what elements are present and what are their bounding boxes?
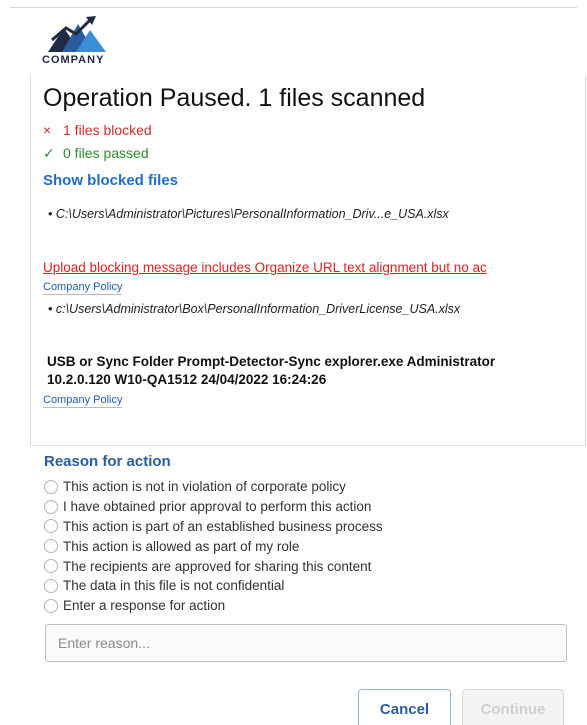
blocked-status: × 1 files blocked [43, 122, 152, 138]
radio-button-icon[interactable] [44, 479, 58, 494]
reason-option-label: The data in this file is not confidentia… [63, 578, 285, 594]
reason-option-radio[interactable]: The data in this file is not confidentia… [44, 576, 383, 596]
show-blocked-files-link[interactable]: Show blocked files [43, 172, 178, 189]
reason-option-radio[interactable]: I have obtained prior approval to perfor… [44, 497, 383, 517]
radio-button-icon[interactable] [44, 578, 58, 593]
page-title: Operation Paused. 1 files scanned [43, 84, 426, 112]
reason-option-label: The recipients are approved for sharing … [63, 558, 372, 574]
logo-text: COMPANY [42, 54, 105, 66]
reason-option-label: I have obtained prior approval to perfor… [63, 499, 372, 515]
dialog-page: COMPANY Operation Paused. 1 files scanne… [0, 0, 587, 725]
radio-button-icon[interactable] [44, 539, 58, 554]
blocked-file-path: • C:\Users\Administrator\Pictures\Person… [48, 207, 449, 221]
company-policy-link[interactable]: Company Policy [43, 394, 123, 408]
reason-option-label: Enter a response for action [63, 598, 226, 614]
passed-status: ✓ 0 files passed [43, 145, 149, 162]
reason-option-label: This action is allowed as part of my rol… [63, 538, 300, 554]
reason-option-radio[interactable]: This action is not in violation of corpo… [44, 477, 383, 497]
detector-line: USB or Sync Folder Prompt-Detector-Sync … [47, 354, 496, 369]
reason-input[interactable] [45, 624, 567, 662]
company-policy-link[interactable]: Company Policy [43, 281, 123, 295]
reason-option-label: This action is not in violation of corpo… [63, 479, 346, 495]
reason-title: Reason for action [44, 453, 171, 470]
radio-button-icon[interactable] [44, 499, 58, 514]
checkmark-icon: ✓ [43, 145, 55, 161]
reason-option-label: This action is part of an established bu… [63, 518, 383, 534]
x-icon: × [43, 122, 52, 138]
reason-option-radio[interactable]: The recipients are approved for sharing … [44, 556, 383, 576]
detector-info: USB or Sync Folder Prompt-Detector-Sync … [47, 353, 547, 389]
blocked-count-text: 1 files blocked [63, 122, 152, 138]
upload-blocking-message-link[interactable]: Upload blocking message includes Organiz… [43, 260, 543, 275]
radio-button-icon[interactable] [44, 519, 58, 534]
mountain-logo-icon [48, 16, 106, 52]
detector-line: 10.2.0.120 W10-QA1512 24/04/2022 16:24:2… [47, 372, 327, 387]
radio-button-icon[interactable] [44, 598, 58, 613]
reason-option-radio[interactable]: This action is part of an established bu… [44, 517, 383, 537]
blocked-file-path: • c:\Users\Administrator\Box\PersonalInf… [48, 302, 461, 316]
reason-radio-group: This action is not in violation of corpo… [44, 477, 383, 616]
passed-count-text: 0 files passed [63, 145, 149, 161]
reason-option-radio[interactable]: Enter a response for action [44, 596, 383, 616]
cancel-button[interactable]: Cancel [358, 689, 451, 725]
reason-option-radio[interactable]: This action is allowed as part of my rol… [44, 536, 383, 556]
company-logo: COMPANY [42, 14, 122, 66]
radio-button-icon[interactable] [44, 559, 58, 574]
top-divider [10, 7, 577, 8]
continue-button[interactable]: Continue [462, 689, 564, 725]
